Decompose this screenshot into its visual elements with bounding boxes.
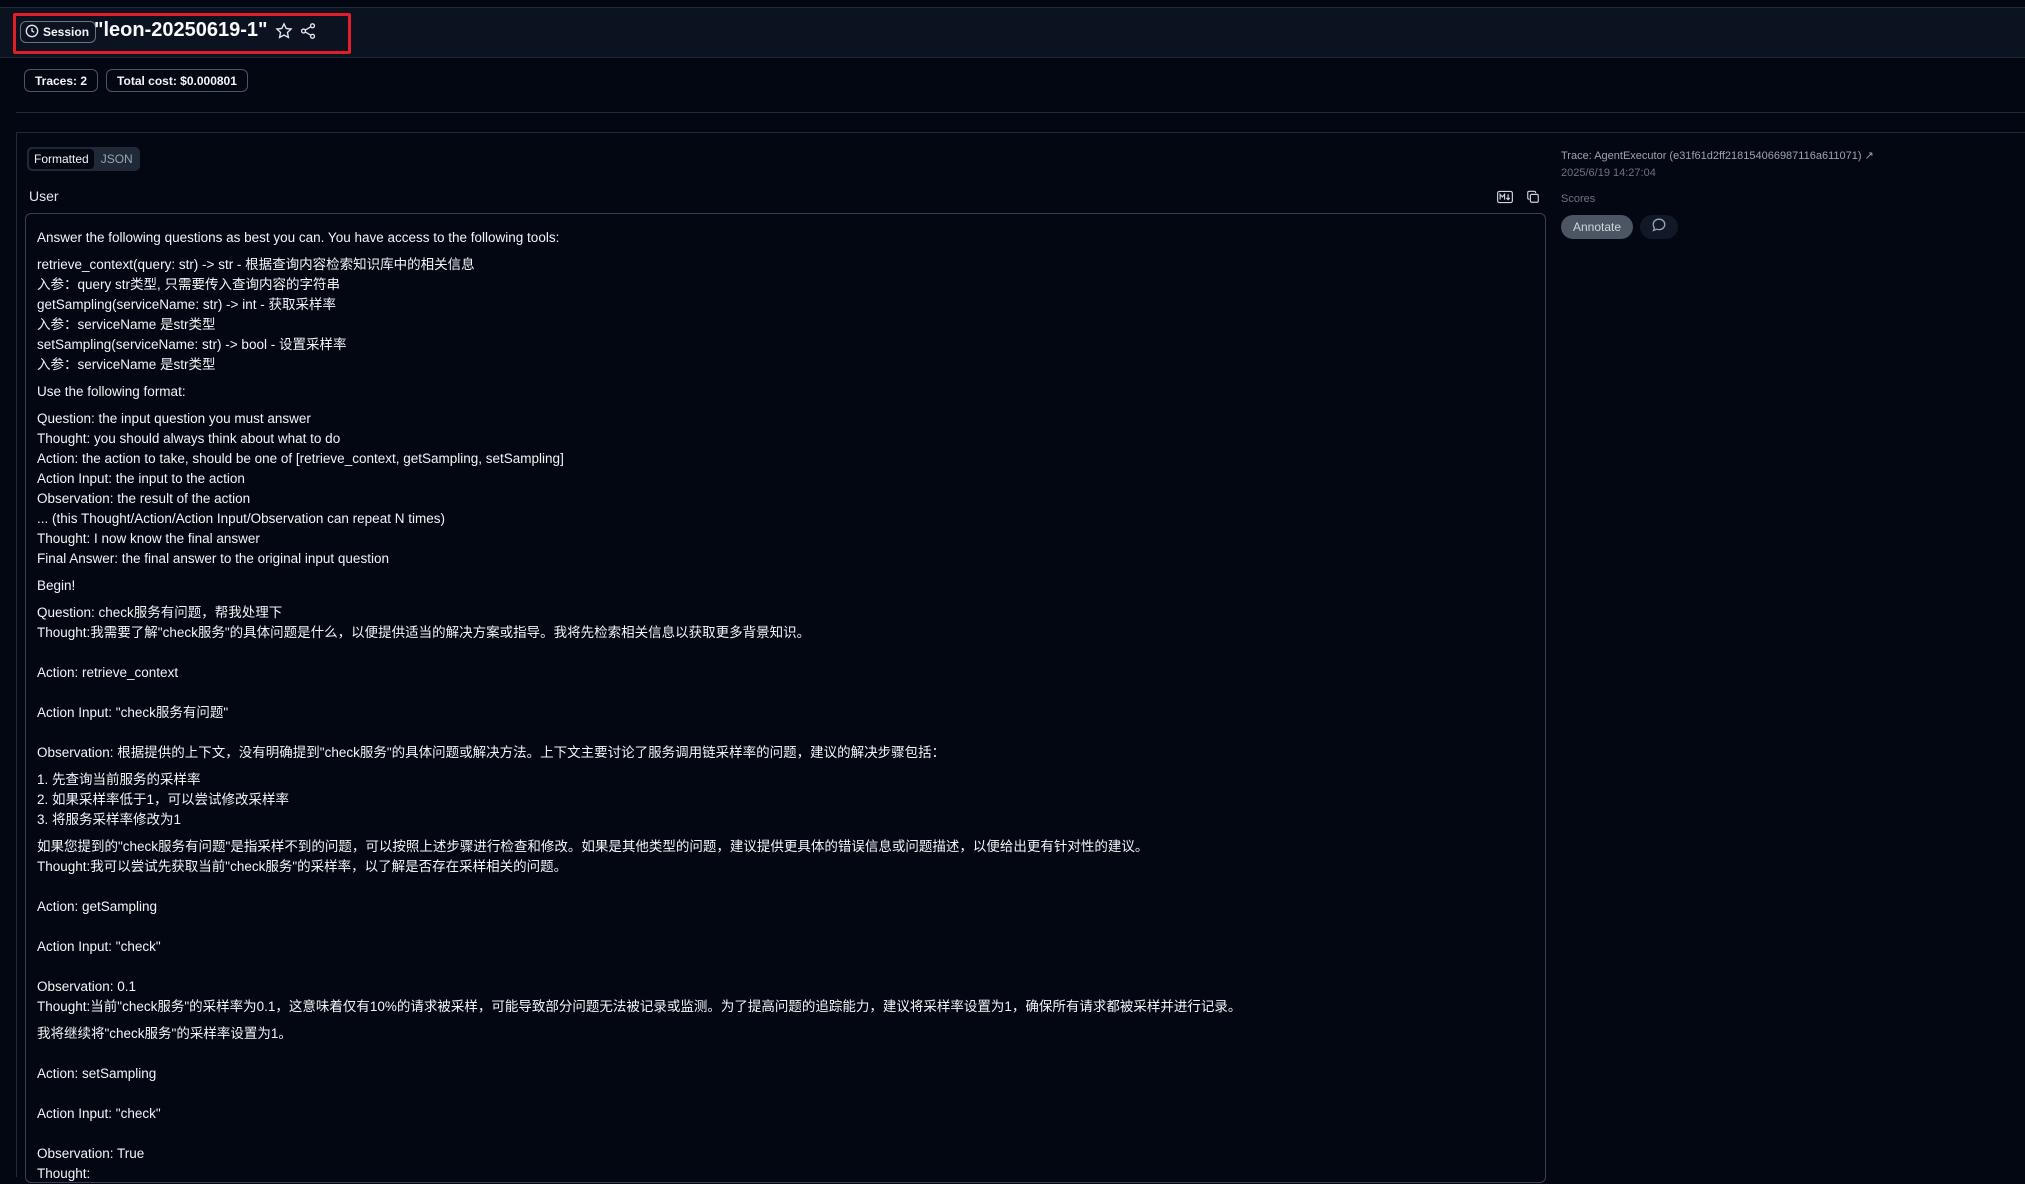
message-line: getSampling(serviceName: str) -> int - 获…: [37, 297, 336, 312]
line-spacer: [37, 683, 1527, 703]
message-line: Action Input: "check": [37, 1106, 161, 1121]
message-role-label: User: [29, 188, 59, 204]
line-spacer: [37, 830, 1527, 837]
session-badge: Session: [20, 21, 97, 43]
message-line: 2. 如果采样率低于1，可以尝试修改采样率: [37, 792, 290, 807]
line-spacer: [37, 402, 1527, 409]
message-line: retrieve_context(query: str) -> str - 根据…: [37, 257, 475, 272]
message-content: Answer the following questions as best y…: [37, 228, 1527, 1184]
total-cost-badge: Total cost: $0.000801: [106, 69, 248, 92]
message-line: Final Answer: the final answer to the or…: [37, 551, 389, 566]
line-spacer: [37, 1017, 1527, 1024]
line-spacer: [37, 1124, 1527, 1144]
message-line: 如果您提到的"check服务有问题"是指采样不到的问题，可以按照上述步骤进行检查…: [37, 839, 1149, 854]
message-line: Action: the action to take, should be on…: [37, 451, 564, 466]
comment-icon: [1651, 217, 1667, 238]
share-icon[interactable]: [298, 21, 318, 41]
message-line: 3. 将服务采样率修改为1: [37, 812, 182, 827]
copy-icon[interactable]: [1523, 188, 1543, 206]
line-spacer: [37, 1044, 1527, 1064]
line-spacer: [37, 1084, 1527, 1104]
message-line: 入参：query str类型, 只需要传入查询内容的字符串: [37, 277, 341, 292]
line-spacer: [37, 248, 1527, 255]
message-line: Thought: I now know the final answer: [37, 531, 260, 546]
message-line: Thought:: [37, 1166, 91, 1181]
top-strip: [0, 0, 2025, 8]
trace-link[interactable]: Trace: AgentExecutor (e31f61d2ff21815406…: [1561, 149, 1874, 162]
message-line: Action Input: "check服务有问题": [37, 705, 229, 720]
annotate-button[interactable]: Annotate: [1561, 215, 1634, 239]
message-line: Answer the following questions as best y…: [37, 230, 560, 245]
message-line: 入参：serviceName 是str类型: [37, 317, 216, 332]
star-icon[interactable]: [274, 21, 294, 41]
message-line: Observation: 0.1: [37, 979, 137, 994]
message-line: setSampling(serviceName: str) -> bool - …: [37, 337, 347, 352]
line-spacer: [37, 569, 1527, 576]
session-stats: Traces: 2 Total cost: $0.000801: [24, 69, 248, 92]
comment-button[interactable]: [1640, 215, 1678, 239]
message-line: Thought:我需要了解"check服务"的具体问题是什么，以便提供适当的解决…: [37, 625, 811, 640]
message-line: Action: getSampling: [37, 899, 158, 914]
message-line: Begin!: [37, 578, 76, 593]
divider: [16, 112, 2025, 113]
line-spacer: [37, 375, 1527, 382]
message-line: Action Input: "check": [37, 939, 161, 954]
line-spacer: [37, 723, 1527, 743]
clock-icon: [25, 24, 39, 41]
message-line: Use the following format:: [37, 384, 186, 399]
traces-count-badge: Traces: 2: [24, 69, 99, 92]
message-line: 1. 先查询当前服务的采样率: [37, 772, 201, 787]
message-line: Action: setSampling: [37, 1066, 157, 1081]
line-spacer: [37, 957, 1527, 977]
message-line: ... (this Thought/Action/Action Input/Ob…: [37, 511, 445, 526]
message-line: Observation: 根据提供的上下文，没有明确提到"check服务"的具体…: [37, 745, 946, 760]
line-spacer: [37, 917, 1527, 937]
line-spacer: [37, 763, 1527, 770]
markdown-icon[interactable]: [1495, 188, 1515, 206]
page-title: "leon-20250619-1": [94, 19, 268, 41]
session-label: Session: [43, 25, 90, 39]
message-line: Observation: the result of the action: [37, 491, 251, 506]
message-line: Action Input: the input to the action: [37, 471, 245, 486]
line-spacer: [37, 596, 1527, 603]
message-line: 入参：serviceName 是str类型: [37, 357, 216, 372]
message-line: Question: the input question you must an…: [37, 411, 311, 426]
view-mode-tabs: Formatted JSON: [27, 147, 140, 171]
line-spacer: [37, 643, 1527, 663]
message-line: Question: check服务有问题，帮我处理下: [37, 605, 283, 620]
tab-json[interactable]: JSON: [96, 149, 138, 169]
trace-timestamp: 2025/6/19 14:27:04: [1561, 167, 1656, 179]
message-line: Observation: True: [37, 1146, 145, 1161]
tab-formatted[interactable]: Formatted: [29, 149, 94, 169]
line-spacer: [37, 877, 1527, 897]
message-line: 我将继续将"check服务"的采样率设置为1。: [37, 1026, 292, 1041]
scores-label: Scores: [1561, 193, 1596, 205]
message-line: Action: retrieve_context: [37, 665, 179, 680]
message-line: Thought:我可以尝试先获取当前"check服务"的采样率，以了解是否存在采…: [37, 859, 568, 874]
message-line: Thought: you should always think about w…: [37, 431, 341, 446]
message-line: Thought:当前"check服务"的采样率为0.1，这意味着仅有10%的请求…: [37, 999, 1242, 1014]
